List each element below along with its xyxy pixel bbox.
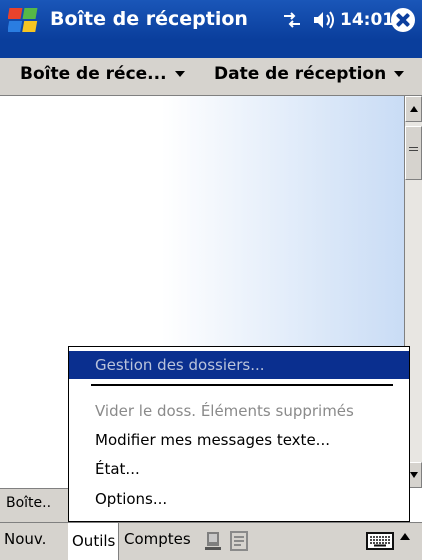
menu-separator [91,384,393,386]
grip-icon [409,147,418,151]
sort-label: Date de réception [214,64,387,84]
menu-item-empty-deleted[interactable]: Vider le doss. Éléments supprimés [69,397,409,425]
connectivity-icon[interactable] [280,10,304,30]
tools-menu-button[interactable]: Outils [68,523,120,560]
menu-item-edit-text-messages[interactable]: Modifier mes messages texte... [69,426,409,454]
scroll-up-button[interactable] [405,96,422,122]
windows-start-icon[interactable] [8,5,40,35]
attachment-icon[interactable] [230,531,248,551]
folder-tab[interactable]: Boîte.. [0,488,70,522]
menu-item-options[interactable]: Options... [69,485,409,513]
command-bar: Nouv. Outils Comptes [0,522,422,560]
folder-tab-label: Boîte.. [6,495,52,511]
title-band [0,40,422,58]
close-icon[interactable] [391,8,415,32]
accounts-menu-button[interactable]: Comptes [124,530,191,548]
chevron-down-icon [174,71,185,77]
menu-item-status[interactable]: État... [69,455,409,483]
app-title: Boîte de réception [50,8,248,30]
arrow-up-icon [410,106,418,112]
sort-dropdown[interactable]: Date de réception [214,64,405,84]
list-header: Boîte de réce... Date de réception [0,58,422,96]
folder-filter-label: Boîte de réce... [20,64,167,84]
keyboard-icon[interactable] [366,532,394,550]
clock[interactable]: 14:01 [340,10,394,30]
new-button[interactable]: Nouv. [4,530,46,548]
tools-menu: Gestion des dossiers... Vider le doss. É… [68,346,410,522]
arrow-down-icon [410,472,418,478]
chevron-down-icon [394,71,405,77]
input-panel-arrow-icon[interactable] [400,533,410,540]
scroll-thumb[interactable] [405,126,422,180]
menu-item-manage-folders[interactable]: Gestion des dossiers... [69,351,409,379]
title-bar: Boîte de réception 14:01 [0,0,422,40]
send-receive-icon[interactable] [204,531,222,551]
folder-filter-dropdown[interactable]: Boîte de réce... [20,64,185,84]
volume-icon[interactable] [312,9,338,31]
